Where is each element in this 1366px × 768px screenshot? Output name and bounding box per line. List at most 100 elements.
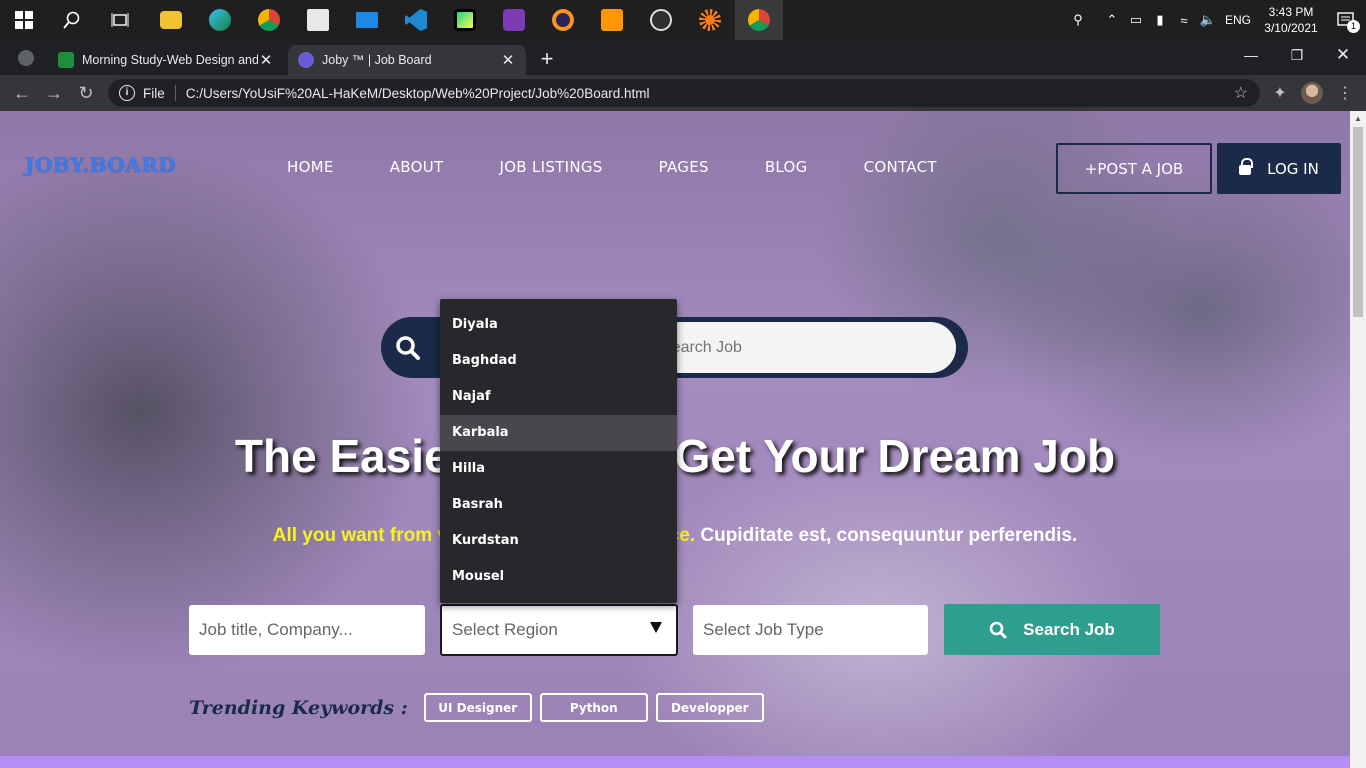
trending-label: Trending Keywords : bbox=[189, 696, 408, 719]
trending-keywords: Trending Keywords : UI Designer Python D… bbox=[189, 693, 772, 722]
bookmark-star-icon[interactable]: ☆ bbox=[1234, 83, 1248, 103]
windows-taskbar: ⚲ ⌃ ▭ ▮ ≈ 🔈 ENG 3:43 PM 3/10/2021 1 bbox=[0, 0, 1366, 40]
tab-joby-board[interactable]: Joby ™ | Job Board ✕ bbox=[288, 45, 526, 75]
tab-morning-study[interactable]: Morning Study-Web Design and ✕ bbox=[48, 45, 284, 75]
scroll-up-icon[interactable]: ▲ bbox=[1350, 111, 1366, 127]
post-job-button[interactable]: +POST A JOB bbox=[1056, 143, 1212, 194]
page-scrollbar[interactable]: ▲ bbox=[1350, 111, 1366, 768]
region-option-basrah[interactable]: Basrah bbox=[440, 487, 677, 523]
reload-icon[interactable]: ↻ bbox=[74, 81, 98, 105]
keyword-tag[interactable]: Developper bbox=[655, 693, 764, 722]
nav-blog[interactable]: BLOG bbox=[765, 158, 808, 176]
scrollbar-thumb[interactable] bbox=[1353, 127, 1363, 317]
region-option-najaf[interactable]: Najaf bbox=[440, 379, 677, 415]
search-icon[interactable] bbox=[395, 335, 421, 366]
new-tab-icon[interactable]: + bbox=[537, 46, 557, 72]
region-option-karbala[interactable]: Karbala bbox=[440, 415, 677, 451]
browser-tabstrip: Morning Study-Web Design and ✕ Joby ™ | … bbox=[0, 40, 1366, 75]
mail-icon[interactable] bbox=[343, 0, 391, 40]
close-window-icon[interactable]: ✕ bbox=[1320, 40, 1366, 70]
region-select[interactable]: Select Region bbox=[440, 604, 678, 656]
clock-date: 3/10/2021 bbox=[1264, 21, 1318, 35]
device-icon[interactable]: ▭ bbox=[1124, 12, 1148, 28]
chrome-icon[interactable] bbox=[245, 0, 293, 40]
job-title-field[interactable]: Job title, Company... bbox=[189, 605, 425, 655]
region-option-kurdstan[interactable]: Kurdstan bbox=[440, 523, 677, 559]
clock-time: 3:43 PM bbox=[1268, 5, 1314, 19]
job-type-select[interactable]: Select Job Type bbox=[693, 605, 928, 655]
minimize-icon[interactable]: — bbox=[1228, 40, 1274, 70]
language-indicator[interactable]: ENG bbox=[1220, 13, 1256, 27]
section-divider bbox=[0, 756, 1350, 768]
region-option-hilla[interactable]: Hilla bbox=[440, 451, 677, 487]
main-nav: HOME ABOUT JOB LISTINGS PAGES BLOG CONTA… bbox=[287, 158, 993, 176]
obs-icon[interactable] bbox=[637, 0, 685, 40]
restore-icon[interactable]: ❐ bbox=[1274, 40, 1320, 70]
browser-toolbar: ← → ↻ i File C:/Users/YoUsiF%20AL-HaKeM/… bbox=[0, 75, 1366, 111]
chrome-active-icon[interactable] bbox=[735, 0, 783, 40]
login-button[interactable]: LOG IN bbox=[1217, 143, 1341, 194]
vscode-icon[interactable] bbox=[392, 0, 440, 40]
region-dropdown-list: Diyala Baghdad Najaf Karbala Hilla Basra… bbox=[440, 299, 677, 603]
url-scheme-label: File bbox=[143, 85, 165, 101]
lock-icon bbox=[1239, 157, 1254, 175]
classroom-favicon-icon bbox=[58, 52, 74, 68]
divider bbox=[174, 85, 176, 101]
file-explorer-icon[interactable] bbox=[147, 0, 195, 40]
subline-text: Cupiditate est, consequuntur perferendis… bbox=[695, 525, 1078, 546]
site-logo[interactable]: JOBY.BOARD bbox=[25, 153, 176, 177]
nav-home[interactable]: HOME bbox=[287, 158, 334, 176]
system-tray: ⚲ ⌃ ▭ ▮ ≈ 🔈 ENG 3:43 PM 3/10/2021 1 bbox=[1066, 0, 1366, 40]
profile-avatar[interactable] bbox=[1301, 82, 1323, 104]
extensions-icon[interactable]: ✦ bbox=[1268, 81, 1292, 105]
nav-about[interactable]: ABOUT bbox=[390, 158, 444, 176]
people-icon[interactable]: ⚲ bbox=[1066, 12, 1090, 28]
region-option-mousel[interactable]: Mousel bbox=[440, 559, 677, 595]
app-icon[interactable] bbox=[686, 0, 734, 40]
job-board-page: JOBY.BOARD HOME ABOUT JOB LISTINGS PAGES… bbox=[0, 111, 1350, 768]
wifi-icon[interactable]: ≈ bbox=[1172, 13, 1196, 28]
region-option-diyala[interactable]: Diyala bbox=[440, 307, 677, 343]
region-select-value: Select Region bbox=[452, 620, 558, 639]
notification-badge: 1 bbox=[1347, 20, 1360, 33]
search-job-label: Search Job bbox=[1023, 619, 1115, 639]
post-job-label: +POST A JOB bbox=[1084, 159, 1184, 178]
nav-contact[interactable]: CONTACT bbox=[864, 158, 937, 176]
info-icon[interactable]: i bbox=[119, 85, 135, 101]
store-icon[interactable] bbox=[294, 0, 342, 40]
chevron-up-icon[interactable]: ⌃ bbox=[1100, 12, 1124, 28]
search-icon[interactable] bbox=[48, 0, 96, 40]
back-icon[interactable]: ← bbox=[10, 81, 34, 105]
forward-icon[interactable]: → bbox=[42, 81, 66, 105]
nav-pages[interactable]: PAGES bbox=[659, 158, 709, 176]
search-job-button[interactable]: Search Job bbox=[944, 604, 1160, 655]
edge-icon[interactable] bbox=[196, 0, 244, 40]
login-label: LOG IN bbox=[1267, 159, 1319, 178]
visual-studio-icon[interactable] bbox=[490, 0, 538, 40]
volume-icon[interactable]: 🔈 bbox=[1196, 12, 1220, 28]
windows-start-icon[interactable] bbox=[0, 0, 48, 40]
close-tab-icon[interactable]: ✕ bbox=[500, 51, 516, 69]
tab-search-icon[interactable] bbox=[18, 50, 34, 66]
keyword-tag[interactable]: Python bbox=[539, 693, 648, 722]
task-view-icon[interactable] bbox=[96, 0, 144, 40]
job-type-value: Select Job Type bbox=[703, 620, 824, 639]
battery-icon[interactable]: ▮ bbox=[1148, 12, 1172, 28]
address-bar[interactable]: i File C:/Users/YoUsiF%20AL-HaKeM/Deskto… bbox=[108, 79, 1260, 107]
sublime-text-icon[interactable] bbox=[588, 0, 636, 40]
search-icon bbox=[989, 621, 1007, 638]
notification-icon[interactable]: 1 bbox=[1326, 12, 1366, 33]
job-title-placeholder: Job title, Company... bbox=[199, 620, 353, 639]
nav-job-listings[interactable]: JOB LISTINGS bbox=[499, 158, 602, 176]
keyword-tag[interactable]: UI Designer bbox=[423, 693, 532, 722]
eclipse-icon[interactable] bbox=[539, 0, 587, 40]
close-tab-icon[interactable]: ✕ bbox=[258, 51, 274, 69]
joby-favicon-icon bbox=[298, 52, 314, 68]
pycharm-icon[interactable] bbox=[441, 0, 489, 40]
region-option-baghdad[interactable]: Baghdad bbox=[440, 343, 677, 379]
tab-title: Joby ™ | Job Board bbox=[322, 53, 432, 67]
menu-kebab-icon[interactable]: ⋮ bbox=[1333, 81, 1357, 105]
url-text: C:/Users/YoUsiF%20AL-HaKeM/Desktop/Web%2… bbox=[185, 85, 650, 101]
tab-title: Morning Study-Web Design and bbox=[82, 53, 258, 67]
clock[interactable]: 3:43 PM 3/10/2021 bbox=[1256, 4, 1326, 36]
